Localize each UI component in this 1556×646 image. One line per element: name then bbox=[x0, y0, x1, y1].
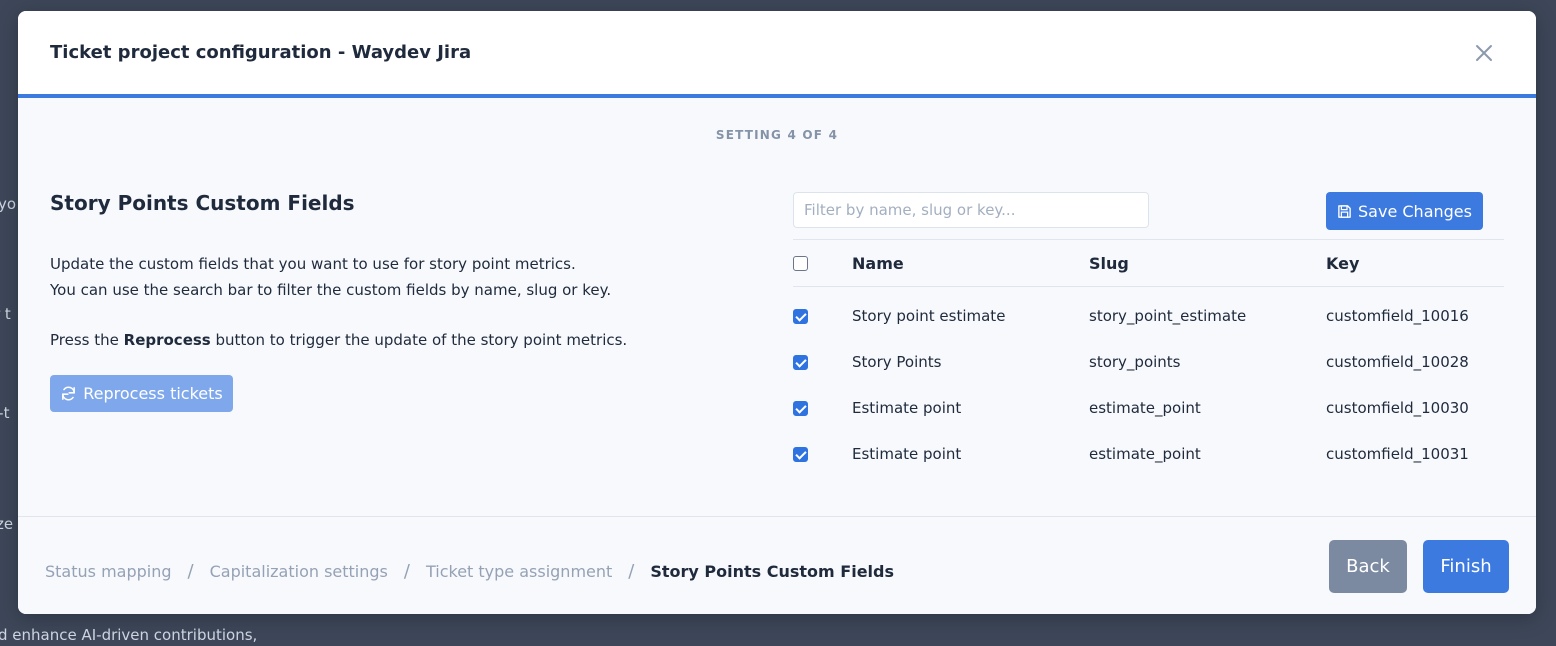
background-text: d enhance AI-driven contributions, bbox=[0, 626, 258, 644]
description-line: You can use the search bar to filter the… bbox=[50, 281, 612, 299]
close-icon bbox=[1476, 45, 1492, 61]
breadcrumb-ticket-type-assignment[interactable]: Ticket type assignment bbox=[426, 562, 612, 581]
save-icon bbox=[1338, 204, 1351, 218]
breadcrumb-status-mapping[interactable]: Status mapping bbox=[45, 562, 172, 581]
table-row: Story Points story_points customfield_10… bbox=[793, 339, 1504, 385]
back-button[interactable]: Back bbox=[1329, 540, 1407, 593]
background-text: yo bbox=[0, 195, 17, 213]
table-header: Name Slug Key bbox=[793, 239, 1504, 287]
background-text: r t bbox=[0, 305, 11, 323]
field-key: customfield_10030 bbox=[1326, 399, 1469, 417]
field-slug: estimate_point bbox=[1089, 399, 1201, 417]
row-checkbox[interactable] bbox=[793, 446, 808, 462]
table-row: Estimate point estimate_point customfiel… bbox=[793, 385, 1504, 431]
modal-header: Ticket project configuration - Waydev Ji… bbox=[18, 11, 1536, 98]
reprocess-hint-bold: Reprocess bbox=[123, 331, 211, 349]
field-slug: story_point_estimate bbox=[1089, 307, 1247, 325]
background-text: l-t bbox=[0, 404, 10, 422]
field-slug: story_points bbox=[1089, 353, 1181, 371]
reprocess-hint: Press the Reprocess button to trigger th… bbox=[50, 331, 627, 349]
column-header-key[interactable]: Key bbox=[1326, 240, 1359, 286]
row-checkbox[interactable] bbox=[793, 354, 808, 370]
close-button[interactable] bbox=[1472, 41, 1496, 65]
reprocess-tickets-button[interactable]: Reprocess tickets bbox=[50, 375, 233, 412]
row-checkbox[interactable] bbox=[793, 400, 808, 416]
save-changes-button[interactable]: Save Changes bbox=[1326, 192, 1483, 230]
field-name: Estimate point bbox=[852, 399, 962, 417]
filter-input[interactable] bbox=[793, 192, 1149, 228]
field-slug: estimate_point bbox=[1089, 445, 1201, 463]
table-row: Story point estimate story_point_estimat… bbox=[793, 293, 1504, 339]
field-key: customfield_10028 bbox=[1326, 353, 1469, 371]
custom-fields-table: Name Slug Key Story point estimate story… bbox=[793, 239, 1504, 477]
breadcrumb-separator: / bbox=[403, 561, 410, 582]
field-name: Estimate point bbox=[852, 445, 962, 463]
column-header-name[interactable]: Name bbox=[852, 240, 904, 286]
refresh-icon bbox=[62, 386, 76, 401]
description-line: Update the custom fields that you want t… bbox=[50, 255, 576, 273]
reprocess-hint-prefix: Press the bbox=[50, 331, 124, 349]
reprocess-hint-suffix: button to trigger the update of the stor… bbox=[210, 331, 628, 349]
field-key: customfield_10031 bbox=[1326, 445, 1469, 463]
reprocess-tickets-label: Reprocess tickets bbox=[83, 384, 223, 403]
field-name: Story Points bbox=[852, 353, 942, 371]
row-checkbox[interactable] bbox=[793, 308, 808, 324]
ticket-config-modal: Ticket project configuration - Waydev Ji… bbox=[18, 11, 1536, 614]
save-changes-label: Save Changes bbox=[1358, 201, 1472, 221]
background-text: ze bbox=[0, 515, 14, 533]
select-all-checkbox[interactable] bbox=[793, 255, 808, 271]
column-header-slug[interactable]: Slug bbox=[1089, 240, 1129, 286]
field-name: Story point estimate bbox=[852, 307, 1006, 325]
table-row: Estimate point estimate_point customfiel… bbox=[793, 431, 1504, 477]
breadcrumb-separator: / bbox=[628, 561, 635, 582]
finish-button[interactable]: Finish bbox=[1423, 540, 1509, 593]
section-title: Story Points Custom Fields bbox=[50, 191, 355, 215]
breadcrumb: Status mapping / Capitalization settings… bbox=[45, 561, 894, 582]
step-indicator: SETTING 4 OF 4 bbox=[715, 128, 839, 142]
modal-title: Ticket project configuration - Waydev Ji… bbox=[50, 42, 472, 63]
breadcrumb-capitalization-settings[interactable]: Capitalization settings bbox=[210, 562, 388, 581]
modal-footer: Status mapping / Capitalization settings… bbox=[18, 516, 1536, 614]
breadcrumb-separator: / bbox=[187, 561, 194, 582]
breadcrumb-story-points-custom-fields: Story Points Custom Fields bbox=[650, 562, 895, 581]
field-key: customfield_10016 bbox=[1326, 307, 1469, 325]
